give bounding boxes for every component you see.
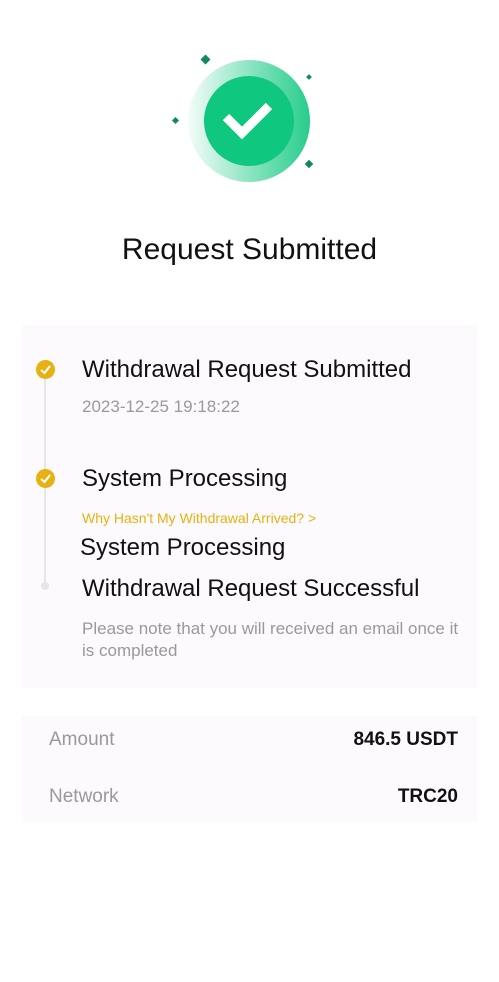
step-done-icon: [36, 360, 55, 379]
step-pending-icon: [41, 582, 49, 590]
step-done-icon: [36, 469, 55, 488]
step-title: Withdrawal Request Successful: [82, 575, 420, 602]
why-not-arrived-link[interactable]: Why Hasn't My Withdrawal Arrived? >: [82, 510, 316, 526]
network-label: Network: [49, 786, 119, 807]
success-check-icon: [171, 54, 314, 182]
step-time: 2023-12-25 19:18:22: [82, 397, 240, 416]
page-title: Request Submitted: [121, 233, 378, 266]
amount-value: 846.5 USDT: [353, 729, 458, 750]
step-extra: System Processing: [80, 534, 286, 561]
step-title: System Processing: [82, 465, 288, 492]
step-title: Withdrawal Request Submitted: [82, 356, 412, 383]
step-note: Please note that you will received an em…: [82, 619, 459, 660]
network-value: TRC20: [397, 786, 458, 807]
amount-label: Amount: [49, 729, 115, 750]
